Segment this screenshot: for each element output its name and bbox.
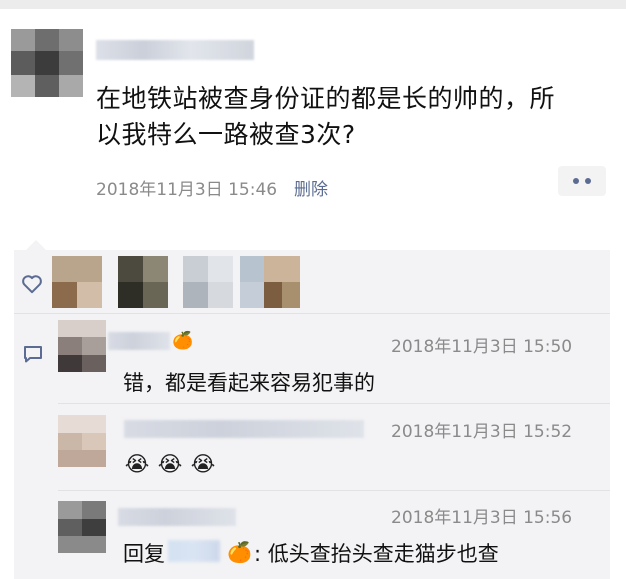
post-content-line-1: 在地铁站被查身份证的都是长的帅的，所: [96, 84, 556, 113]
crying-laughing-emoji: 😭: [190, 452, 216, 476]
comment-avatar[interactable]: [58, 501, 106, 553]
commenter-name-blurred[interactable]: [108, 332, 170, 350]
post-timestamp: 2018年11月3日 15:46: [96, 180, 278, 200]
like-avatar[interactable]: [183, 256, 233, 308]
comment-text[interactable]: : 低头查抬头查走猫步也查: [254, 538, 499, 568]
reply-prefix: 回复: [123, 542, 165, 566]
divider: [14, 313, 610, 314]
crying-laughing-emoji: 😭: [124, 452, 150, 476]
post-content-line-2: 以我特么一路被查3次?: [96, 120, 356, 149]
comment-text[interactable]: 错，都是看起来容易犯事的: [123, 367, 375, 397]
likes-row: [14, 250, 610, 312]
comment-avatar[interactable]: [58, 415, 106, 467]
post-author-name-blurred[interactable]: [96, 40, 254, 60]
crying-laughing-emoji: 😭: [157, 452, 183, 476]
ellipsis-icon: [585, 178, 591, 184]
comment-icon: [24, 346, 42, 363]
heart-icon: [22, 275, 42, 294]
delete-link[interactable]: 删除: [294, 175, 328, 200]
more-options-button[interactable]: [558, 166, 606, 196]
comment-timestamp: 2018年11月3日 15:50: [391, 337, 573, 357]
orange-emoji: 🍊: [172, 331, 194, 351]
divider: [58, 490, 610, 491]
orange-emoji: 🍊: [227, 540, 252, 564]
reply-target-name-blurred[interactable]: [168, 540, 220, 562]
like-avatar[interactable]: [52, 256, 102, 308]
post-author-avatar[interactable]: [11, 29, 83, 97]
comment-timestamp: 2018年11月3日 15:52: [391, 422, 573, 442]
like-avatar[interactable]: [118, 256, 168, 308]
post-content: 在地铁站被查身份证的都是长的帅的，所 以我特么一路被查3次?: [96, 81, 596, 153]
divider: [58, 403, 610, 404]
like-avatar[interactable]: [264, 256, 300, 308]
commenter-name-blurred[interactable]: [124, 420, 364, 438]
comment-avatar[interactable]: [58, 320, 106, 372]
comment-timestamp: 2018年11月3日 15:56: [391, 508, 573, 528]
commenter-name-blurred[interactable]: [118, 508, 236, 526]
panel-notch: [26, 240, 46, 250]
status-bar-strip: [0, 0, 626, 9]
ellipsis-icon: [573, 178, 579, 184]
